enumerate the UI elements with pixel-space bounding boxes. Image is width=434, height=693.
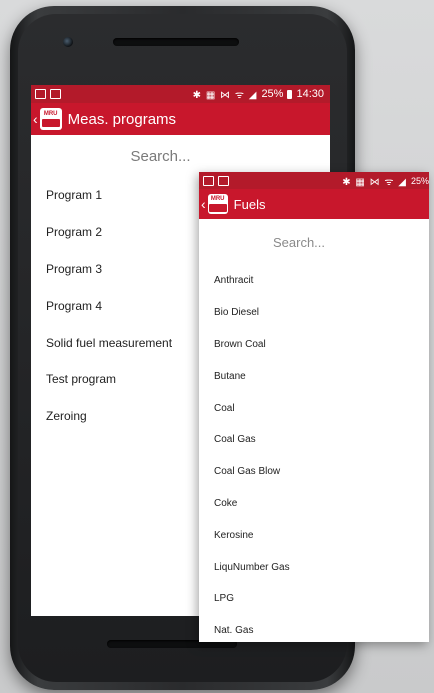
fuel-item-coke[interactable]: Coke xyxy=(199,488,429,520)
system-status-icons: ✱ ▦ ⋈ ᯤ ◢ xyxy=(342,176,407,188)
fuel-item-bio-diesel[interactable]: Bio Diesel xyxy=(199,297,429,329)
logo-bar xyxy=(41,119,60,127)
fuels-status-bar: ✱ ▦ ⋈ ᯤ ◢ 25% xyxy=(199,172,429,189)
fuel-item-anthracit[interactable]: Anthracit xyxy=(199,265,429,297)
front-camera-icon xyxy=(63,37,73,47)
app-logo-icon[interactable]: MRU xyxy=(39,108,62,130)
status-right: ✱ ▦ ⋈ ᯤ ◢ 25% 14:30 xyxy=(193,87,324,101)
fuels-status-left xyxy=(203,175,229,186)
stage: ✱ ▦ ⋈ ᯤ ◢ 25% 14:30 ‹ MRU Meas. programs… xyxy=(0,0,434,693)
status-bar: ✱ ▦ ⋈ ᯤ ◢ 25% 14:30 xyxy=(31,85,330,103)
status-left xyxy=(35,89,61,99)
fuel-item-nat-gas[interactable]: Nat. Gas xyxy=(199,615,429,642)
back-arrow-icon[interactable]: ‹ xyxy=(201,196,206,212)
fuel-item-liqu-gas[interactable]: LiquNumber Gas xyxy=(199,551,429,583)
fuels-app-bar: ‹ MRU Fuels xyxy=(199,189,429,219)
fuel-item-butane[interactable]: Butane xyxy=(199,360,429,392)
media-notification-icon xyxy=(50,89,61,99)
fuels-screen: ✱ ▦ ⋈ ᯤ ◢ 25% ‹ MRU Fuels Search... Anth… xyxy=(199,172,429,642)
fuel-item-brown-coal[interactable]: Brown Coal xyxy=(199,329,429,361)
logo-bar xyxy=(208,204,227,212)
battery-percent: 25% xyxy=(261,88,284,100)
battery-icon xyxy=(287,89,293,99)
fuel-item-kerosine[interactable]: Kerosine xyxy=(199,519,429,551)
logo-text: MRU xyxy=(210,196,225,202)
fuel-item-coal-gas[interactable]: Coal Gas xyxy=(199,424,429,456)
search-input[interactable]: Search... xyxy=(31,135,330,177)
clock: 14:30 xyxy=(296,88,324,100)
fuel-list: Anthracit Bio Diesel Brown Coal Butane C… xyxy=(199,265,429,642)
logo-text: MRU xyxy=(43,111,58,117)
image-notification-icon xyxy=(203,175,214,186)
media-notification-icon xyxy=(218,175,229,186)
app-logo-icon[interactable]: MRU xyxy=(207,194,228,214)
fuels-search-input[interactable]: Search... xyxy=(199,219,429,265)
back-arrow-icon[interactable]: ‹ xyxy=(33,111,38,127)
system-status-icons: ✱ ▦ ⋈ ᯤ ◢ xyxy=(192,90,258,101)
fuel-item-coal-gas-blow[interactable]: Coal Gas Blow xyxy=(199,456,429,488)
earpiece-speaker xyxy=(113,38,239,46)
fuels-status-right: ✱ ▦ ⋈ ᯤ ◢ 25% xyxy=(342,174,429,188)
fuel-item-lpg[interactable]: LPG xyxy=(199,583,429,615)
fuels-title: Fuels xyxy=(233,196,266,212)
page-title: Meas. programs xyxy=(67,110,177,128)
fuel-item-coal[interactable]: Coal xyxy=(199,392,429,424)
app-bar: ‹ MRU Meas. programs xyxy=(31,103,330,135)
battery-percent: 25% xyxy=(410,175,429,186)
image-notification-icon xyxy=(35,89,46,99)
